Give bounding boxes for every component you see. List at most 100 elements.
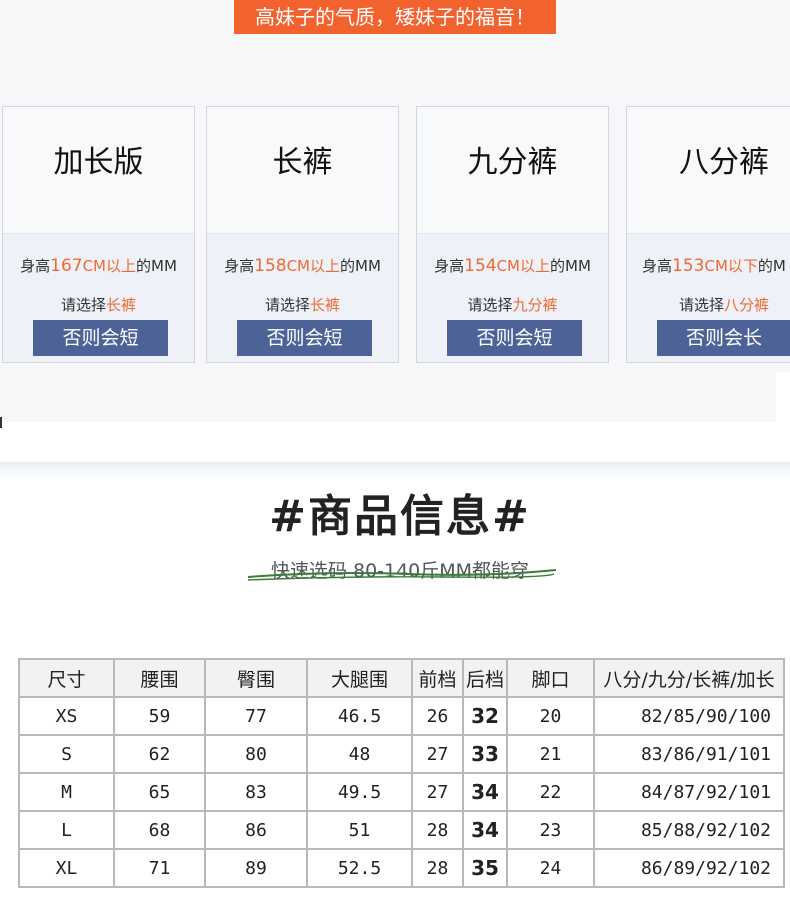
cell-waist: 59 bbox=[113, 696, 206, 736]
cell-hip: 89 bbox=[204, 848, 308, 888]
height-value: 158 bbox=[254, 256, 287, 276]
card-choose-line: 请选择九分裤 bbox=[417, 294, 608, 315]
header-size: 尺寸 bbox=[18, 658, 115, 698]
header-front-rise: 前档 bbox=[411, 658, 464, 698]
cell-size: S bbox=[18, 734, 115, 774]
card-title: 长裤 bbox=[272, 145, 333, 180]
cell-size: XS bbox=[18, 696, 115, 736]
cell-hip: 80 bbox=[204, 734, 308, 774]
cell-lengths: 82/85/90/100 bbox=[593, 696, 785, 736]
cell-front-rise: 26 bbox=[411, 696, 464, 736]
choose-item: 长裤 bbox=[106, 296, 137, 314]
card-height-line: 身高167CM以上的MM bbox=[3, 255, 194, 276]
size-table: 尺寸 腰围 臀围 大腿围 前档 后档 脚口 八分/九分/长裤/加长 XS 59 … bbox=[18, 658, 785, 888]
cell-back-rise: 34 bbox=[462, 772, 508, 812]
height-value: 154 bbox=[464, 256, 497, 276]
edge-mark bbox=[0, 417, 2, 428]
warning-button[interactable]: 否则会短 bbox=[237, 320, 372, 356]
height-unit: CM以上 bbox=[496, 257, 550, 275]
height-prefix: 身高 bbox=[224, 257, 255, 275]
length-card-extra-long: 加长版 身高167CM以上的MM 请选择长裤 否则会短 bbox=[2, 106, 195, 363]
warning-button[interactable]: 否则会长 bbox=[657, 320, 790, 356]
cell-thigh: 49.5 bbox=[306, 772, 413, 812]
cell-front-rise: 28 bbox=[411, 810, 464, 850]
cell-leg-opening: 21 bbox=[506, 734, 595, 774]
cell-size: L bbox=[18, 810, 115, 850]
choose-prefix: 请选择 bbox=[264, 296, 310, 314]
card-title: 九分裤 bbox=[467, 145, 558, 180]
table-row: S 62 80 48 27 33 21 83/86/91/101 bbox=[18, 734, 785, 774]
length-card-eight-tenths: 八分裤 身高153CM以下的M 请选择八分裤 否则会长 bbox=[626, 106, 790, 363]
choose-item: 长裤 bbox=[310, 296, 341, 314]
cell-waist: 62 bbox=[113, 734, 206, 774]
cell-lengths: 83/86/91/101 bbox=[593, 734, 785, 774]
card-height-line: 身高153CM以下的M bbox=[627, 255, 790, 276]
cell-thigh: 46.5 bbox=[306, 696, 413, 736]
header-hip: 臀围 bbox=[204, 658, 308, 698]
card-header: 八分裤 bbox=[627, 107, 790, 234]
warning-button[interactable]: 否则会短 bbox=[33, 320, 168, 356]
choose-prefix: 请选择 bbox=[678, 296, 724, 314]
length-guide-section: 高妹子的气质，矮妹子的福音！ 加长版 身高167CM以上的MM 请选择长裤 否则… bbox=[0, 0, 790, 428]
cell-size: M bbox=[18, 772, 115, 812]
card-height-line: 身高154CM以上的MM bbox=[417, 255, 608, 276]
cell-back-rise: 32 bbox=[462, 696, 508, 736]
length-card-nine-tenths: 九分裤 身高154CM以上的MM 请选择九分裤 否则会短 bbox=[416, 106, 609, 363]
length-card-long: 长裤 身高158CM以上的MM 请选择长裤 否则会短 bbox=[206, 106, 399, 363]
height-unit: CM以上 bbox=[286, 257, 340, 275]
height-suffix: 的M bbox=[757, 257, 786, 275]
cell-lengths: 86/89/92/102 bbox=[593, 848, 785, 888]
cell-thigh: 48 bbox=[306, 734, 413, 774]
cell-thigh: 52.5 bbox=[306, 848, 413, 888]
card-title: 八分裤 bbox=[679, 145, 769, 180]
header-thigh: 大腿围 bbox=[306, 658, 413, 698]
height-prefix: 身高 bbox=[434, 257, 465, 275]
cell-leg-opening: 24 bbox=[506, 848, 595, 888]
cell-front-rise: 27 bbox=[411, 734, 464, 774]
height-suffix: 的MM bbox=[340, 257, 381, 275]
card-header: 九分裤 bbox=[417, 107, 608, 234]
table-row: XL 71 89 52.5 28 35 24 86/89/92/102 bbox=[18, 848, 785, 888]
cell-leg-opening: 20 bbox=[506, 696, 595, 736]
promo-banner: 高妹子的气质，矮妹子的福音！ bbox=[234, 0, 556, 34]
height-value: 153 bbox=[672, 256, 705, 276]
warning-button[interactable]: 否则会短 bbox=[447, 320, 582, 356]
header-lengths: 八分/九分/长裤/加长 bbox=[593, 658, 785, 698]
height-prefix: 身高 bbox=[20, 257, 51, 275]
choose-prefix: 请选择 bbox=[60, 296, 106, 314]
table-row: L 68 86 51 28 34 23 85/88/92/102 bbox=[18, 810, 785, 850]
strike-line-decoration bbox=[247, 569, 557, 581]
cell-back-rise: 34 bbox=[462, 810, 508, 850]
height-suffix: 的MM bbox=[550, 257, 591, 275]
cell-lengths: 84/87/92/101 bbox=[593, 772, 785, 812]
choose-prefix: 请选择 bbox=[467, 296, 513, 314]
table-header-row: 尺寸 腰围 臀围 大腿围 前档 后档 脚口 八分/九分/长裤/加长 bbox=[18, 658, 785, 698]
height-unit: CM以下 bbox=[704, 257, 758, 275]
table-row: XS 59 77 46.5 26 32 20 82/85/90/100 bbox=[18, 696, 785, 736]
card-header: 加长版 bbox=[3, 107, 194, 234]
edge-strip bbox=[776, 372, 790, 422]
cell-size: XL bbox=[18, 848, 115, 888]
cell-back-rise: 33 bbox=[462, 734, 508, 774]
cell-waist: 68 bbox=[113, 810, 206, 850]
height-suffix: 的MM bbox=[136, 257, 177, 275]
choose-item: 九分裤 bbox=[512, 296, 558, 314]
header-leg-opening: 脚口 bbox=[506, 658, 595, 698]
cell-thigh: 51 bbox=[306, 810, 413, 850]
height-unit: CM以上 bbox=[82, 257, 136, 275]
card-title: 加长版 bbox=[53, 145, 144, 180]
header-back-rise: 后档 bbox=[462, 658, 508, 698]
cell-hip: 83 bbox=[204, 772, 308, 812]
cell-leg-opening: 22 bbox=[506, 772, 595, 812]
card-header: 长裤 bbox=[207, 107, 398, 234]
cell-hip: 86 bbox=[204, 810, 308, 850]
card-choose-line: 请选择长裤 bbox=[3, 294, 194, 315]
cell-back-rise: 35 bbox=[462, 848, 508, 888]
card-height-line: 身高158CM以上的MM bbox=[207, 255, 398, 276]
cell-front-rise: 28 bbox=[411, 848, 464, 888]
table-row: M 65 83 49.5 27 34 22 84/87/92/101 bbox=[18, 772, 785, 812]
height-value: 167 bbox=[50, 256, 83, 276]
cell-lengths: 85/88/92/102 bbox=[593, 810, 785, 850]
card-choose-line: 请选择八分裤 bbox=[627, 294, 790, 315]
cell-leg-opening: 23 bbox=[506, 810, 595, 850]
